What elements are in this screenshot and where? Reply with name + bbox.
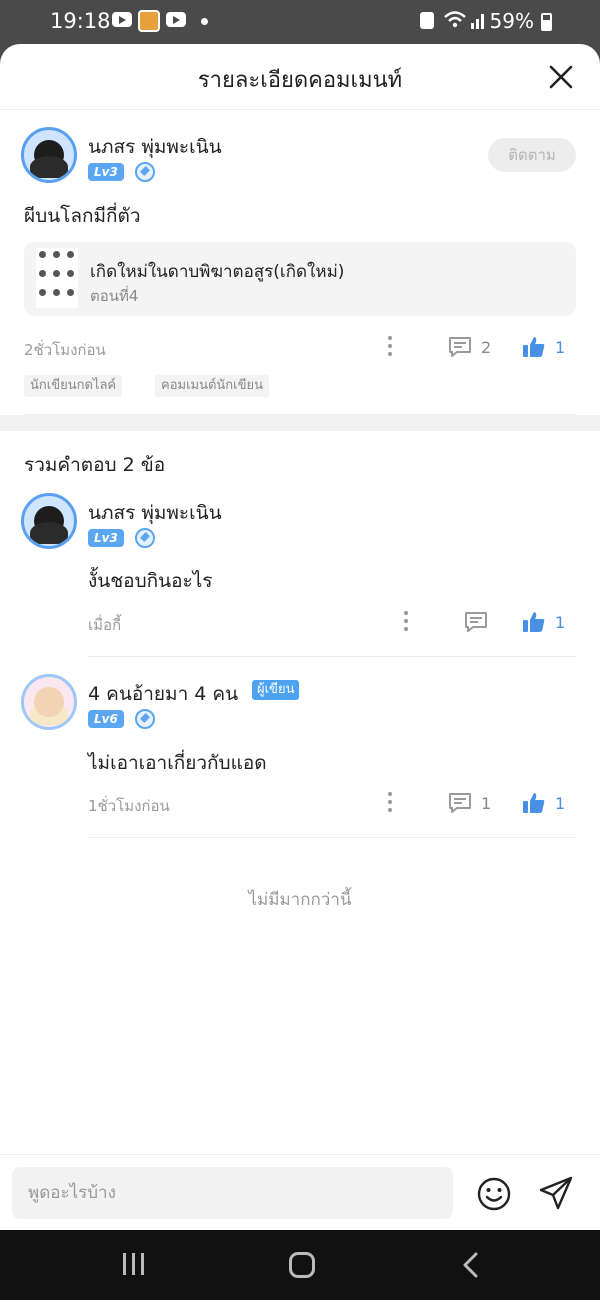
like-count: 1 — [555, 613, 566, 632]
send-icon[interactable] — [538, 1175, 574, 1211]
app-notification-icon — [138, 10, 160, 32]
section-gap — [0, 415, 600, 431]
more-options-icon[interactable] — [403, 611, 409, 633]
comment-input-bar — [0, 1154, 600, 1230]
novel-card[interactable]: เกิดใหม่ในดาบพิฆาตอสูร(เกิดใหม่) ตอนที่4 — [24, 242, 576, 316]
comment-input[interactable] — [12, 1167, 453, 1219]
comment-detail-sheet: รายละเอียดคอมเมนท์ นภสร พุ่มพะเนิน Lv3 ต… — [0, 44, 600, 1230]
novel-episode: ตอนที่4 — [90, 287, 139, 305]
avatar[interactable] — [21, 674, 77, 730]
battery-percent: 59% — [489, 9, 534, 33]
back-icon[interactable] — [460, 1252, 482, 1278]
status-bar: 19:18 59% — [0, 0, 600, 44]
level-badge: Lv6 — [88, 710, 124, 728]
more-notifications-icon — [201, 18, 208, 25]
status-time: 19:18 — [50, 9, 111, 33]
novel-title: เกิดใหม่ในดาบพิฆาตอสูร(เกิดใหม่) — [90, 262, 345, 282]
youtube-icon — [112, 12, 132, 27]
home-icon[interactable] — [289, 1252, 315, 1278]
level-badge: Lv3 — [88, 163, 124, 181]
follow-button[interactable]: ติดตาม — [488, 138, 576, 172]
like-count: 1 — [555, 338, 566, 357]
no-more-label: ไม่มีมากกว่านี้ — [248, 890, 352, 910]
like-icon[interactable] — [522, 610, 546, 634]
alarm-icon — [420, 12, 434, 29]
wifi-signal-icon — [443, 9, 489, 36]
novel-thumbnail — [36, 248, 78, 308]
close-icon[interactable] — [548, 64, 574, 90]
battery-icon — [541, 13, 552, 31]
reply-text: ไม่เอาเอาเกี่ยวกับแอด — [88, 752, 267, 774]
author-liked-tag: นักเขียนกดไลค์ — [24, 375, 123, 397]
reply-time: เมื่อกี้ — [88, 616, 122, 634]
divider — [88, 656, 576, 657]
username[interactable]: นภสร พุ่มพะเนิน — [88, 132, 222, 162]
author-comment-tag: คอมเมนต์นักเขียน — [155, 375, 270, 397]
like-icon[interactable] — [522, 791, 546, 815]
replies-section-title: รวมคำตอบ 2 ข้อ — [24, 454, 166, 476]
reply-icon[interactable] — [464, 611, 488, 633]
system-nav-bar — [0, 1230, 600, 1300]
avatar[interactable] — [21, 127, 77, 183]
like-icon[interactable] — [522, 335, 546, 359]
reply-count: 2 — [481, 338, 492, 357]
level-badge: Lv3 — [88, 529, 124, 547]
like-count: 1 — [555, 794, 566, 813]
comment-text: ผีบนโลกมีกี่ตัว — [24, 205, 141, 227]
more-options-icon[interactable] — [387, 336, 393, 358]
verified-gem-icon — [135, 709, 155, 729]
reply-icon[interactable] — [448, 792, 472, 814]
recent-apps-icon[interactable] — [122, 1252, 146, 1276]
reply-count: 1 — [481, 794, 492, 813]
header: รายละเอียดคอมเมนท์ — [0, 44, 600, 110]
comment-time: 2ชั่วโมงก่อน — [24, 341, 106, 359]
username[interactable]: นภสร พุ่มพะเนิน — [88, 498, 222, 528]
username[interactable]: 4 คนอ้ายมา 4 คน — [88, 679, 238, 709]
reply-icon[interactable] — [448, 336, 472, 358]
divider — [88, 837, 576, 838]
more-options-icon[interactable] — [387, 792, 393, 814]
verified-gem-icon — [135, 162, 155, 182]
page-title: รายละเอียดคอมเมนท์ — [197, 68, 403, 93]
verified-gem-icon — [135, 528, 155, 548]
reply-text: งั้นชอบกินอะไร — [88, 570, 213, 592]
writer-badge: ผู้เขียน — [252, 680, 300, 700]
youtube-icon — [166, 12, 186, 27]
reply-time: 1ชั่วโมงก่อน — [88, 797, 170, 815]
avatar[interactable] — [21, 493, 77, 549]
emoji-icon[interactable] — [476, 1176, 512, 1212]
